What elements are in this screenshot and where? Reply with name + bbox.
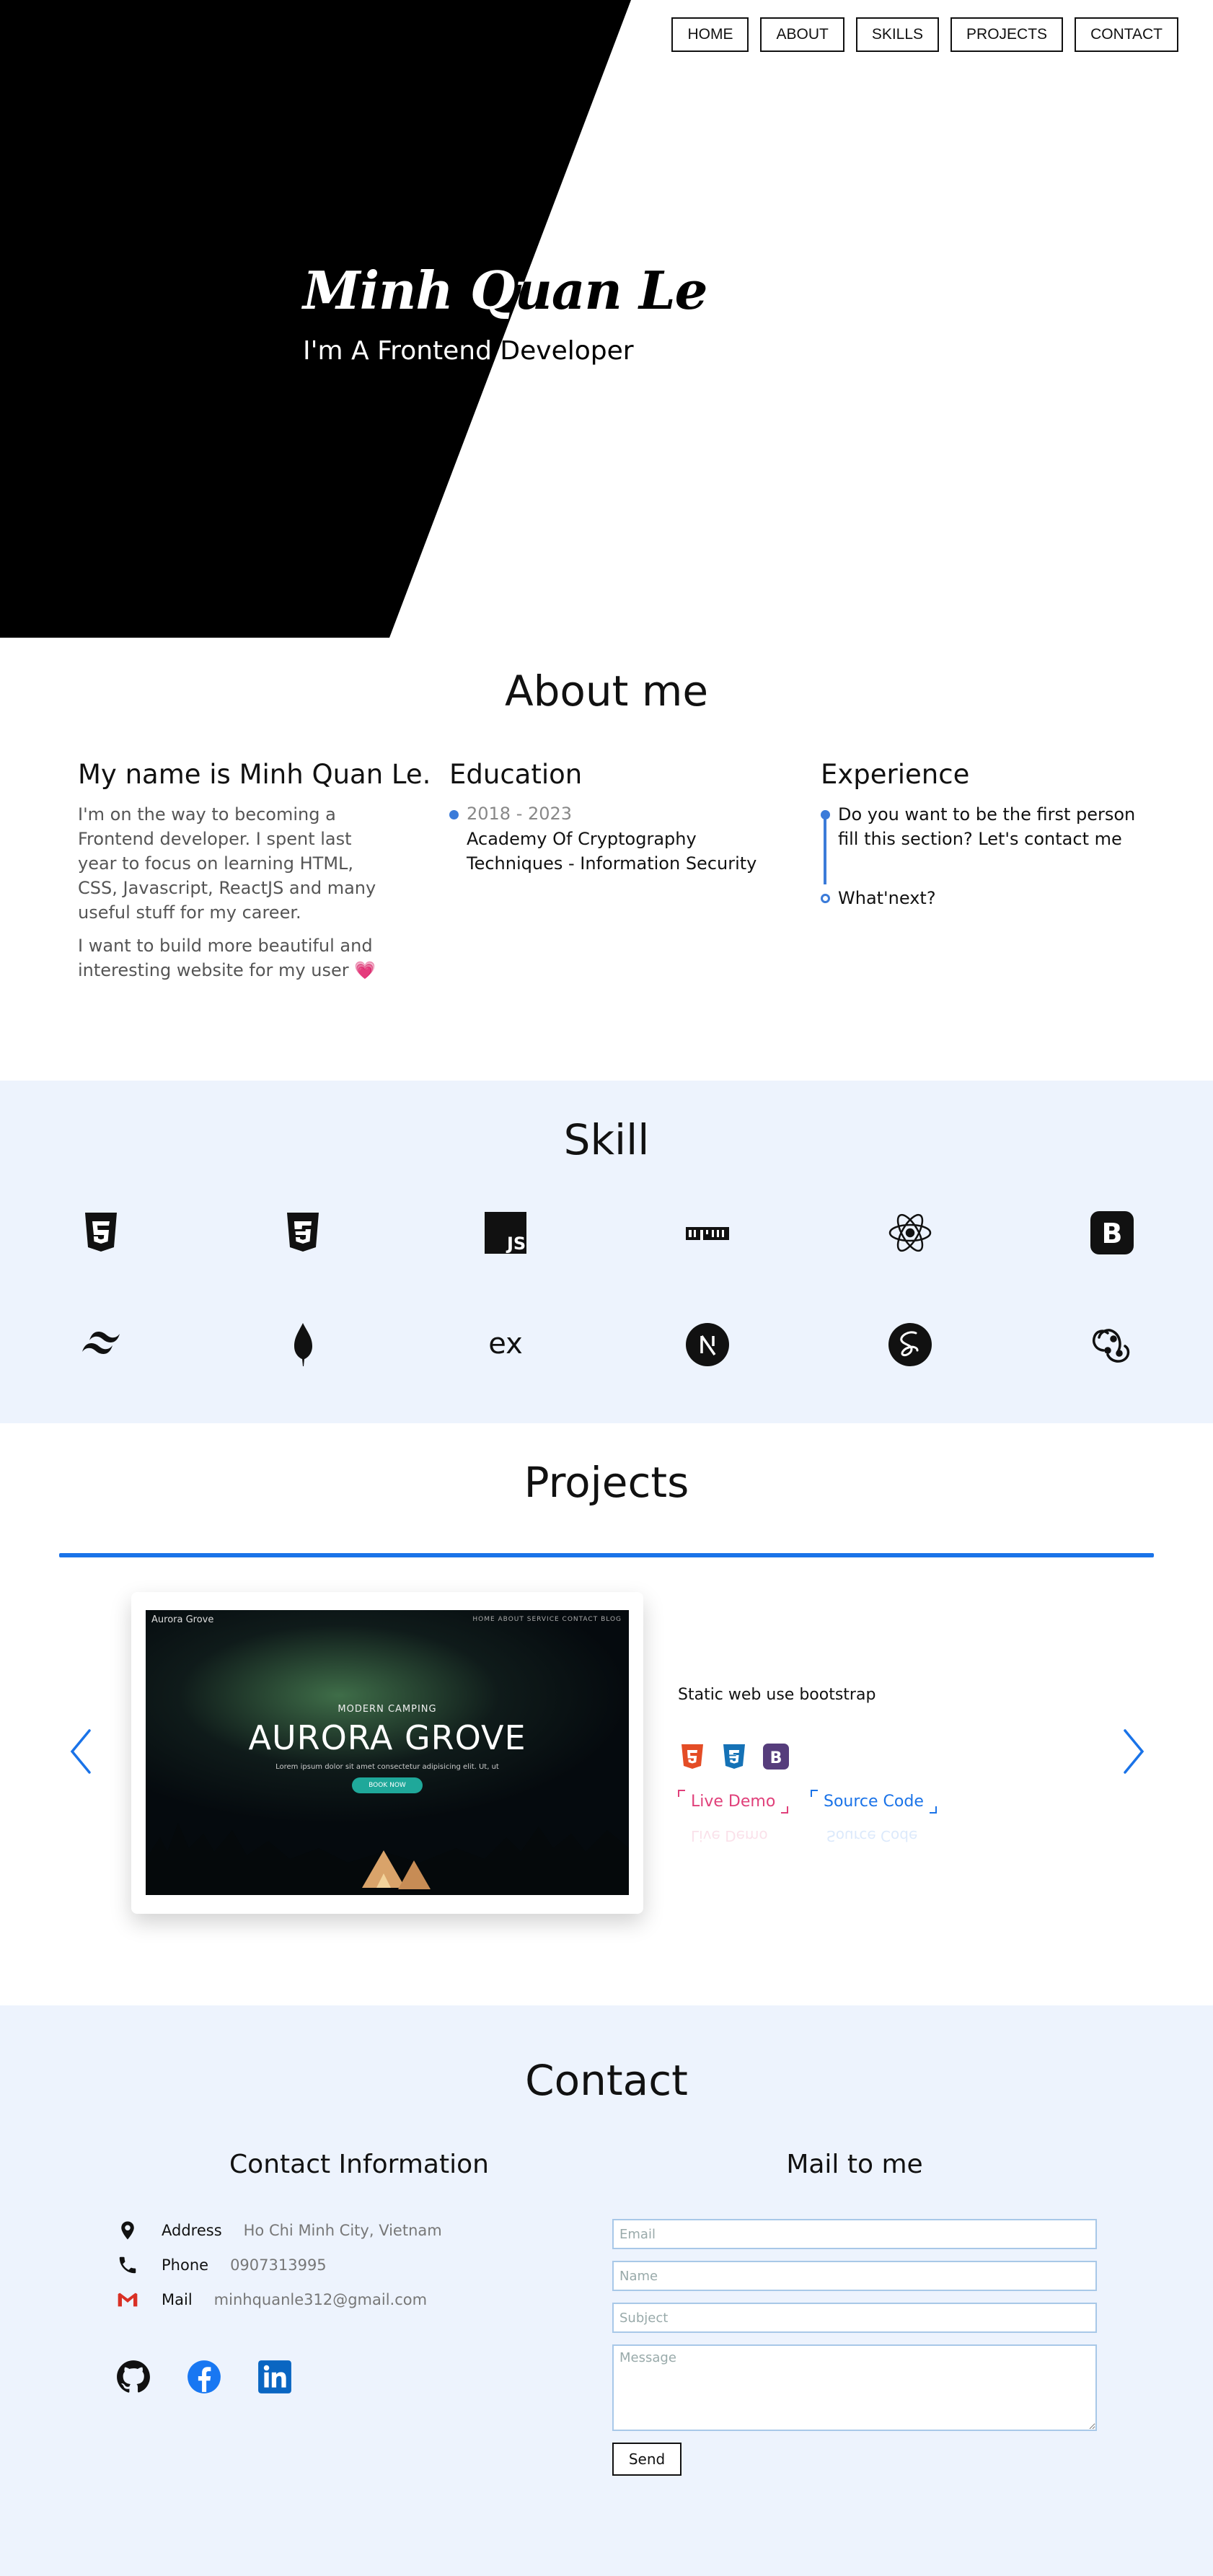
education-school: Academy Of Cryptography Techniques - Inf…: [467, 829, 757, 874]
contact-mail-row: Mail minhquanle312@gmail.com: [115, 2285, 427, 2314]
education-title: Education: [449, 759, 583, 790]
education-dot: [449, 810, 459, 819]
preview-book-button: BOOK NOW: [352, 1777, 423, 1793]
preview-forest-and-tents: [146, 1823, 629, 1895]
mail-value: minhquanle312@gmail.com: [213, 2291, 428, 2308]
svg-text:B: B: [1102, 1218, 1123, 1249]
project-card[interactable]: Aurora Grove HOME ABOUT SERVICE CONTACT …: [131, 1592, 643, 1914]
top-nav: HOME ABOUT SKILLS PROJECTS CONTACT: [671, 17, 1178, 52]
tailwind-icon: [78, 1322, 124, 1368]
experience-dot-hollow: [821, 894, 830, 903]
contact-title: Contact: [525, 2056, 688, 2105]
projects-section: Projects Aurora Grove HOME ABOUT SERVICE…: [0, 1423, 1213, 2005]
project-screenshot[interactable]: Aurora Grove HOME ABOUT SERVICE CONTACT …: [146, 1610, 629, 1895]
preview-kicker: MODERN CAMPING: [338, 1704, 437, 1715]
mail-label: Mail: [162, 2291, 193, 2308]
mail-to-me-title: Mail to me: [786, 2150, 923, 2179]
preview-subtitle: Lorem ipsum dolor sit amet consectetur a…: [275, 1763, 499, 1771]
nav-about-button[interactable]: ABOUT: [760, 17, 844, 52]
bootstrap-icon: B: [1089, 1210, 1135, 1256]
education-years: 2018 - 2023: [467, 804, 573, 824]
experience-title: Experience: [821, 759, 970, 790]
projects-divider: [59, 1553, 1154, 1557]
github-icon[interactable]: [115, 2359, 151, 2395]
javascript-icon: JS: [482, 1210, 529, 1256]
carousel-prev-arrow-icon[interactable]: [66, 1726, 95, 1777]
nav-skills-button[interactable]: SKILLS: [855, 17, 940, 52]
npm-icon: [684, 1210, 731, 1256]
preview-brand: Aurora Grove: [151, 1614, 214, 1625]
gmail-icon: [115, 2287, 140, 2312]
sass-icon: [887, 1322, 933, 1368]
preview-headline: AURORA GROVE: [248, 1718, 526, 1757]
skills-section: Skill JS B ex: [0, 1081, 1213, 1423]
mongodb-icon: [280, 1322, 326, 1368]
projects-title: Projects: [524, 1458, 689, 1507]
live-demo-reflection: Live Demo: [691, 1827, 768, 1845]
name-field[interactable]: [612, 2261, 1097, 2291]
contact-phone-row: Phone 0907313995: [115, 2251, 327, 2280]
contact-address-row: Address Ho Chi Minh City, Vietnam: [115, 2216, 442, 2245]
intro-paragraph-1: I'm on the way to becoming a Frontend de…: [78, 804, 376, 923]
nav-home-button[interactable]: HOME: [671, 17, 749, 52]
experience-item-1: Do you want to be the first person fill …: [838, 804, 1136, 849]
redux-icon: [1089, 1322, 1135, 1368]
svg-text:ex: ex: [488, 1327, 523, 1360]
send-button[interactable]: Send: [612, 2443, 682, 2476]
css3-icon: [280, 1210, 326, 1256]
html5-icon: [78, 1210, 124, 1256]
phone-label: Phone: [162, 2256, 209, 2274]
hero-section: Minh Quan Le I'm A Frontend Developer HO…: [0, 0, 1213, 638]
hero-role: I'm A Frontend Developer: [303, 336, 634, 366]
nextjs-icon: [684, 1322, 731, 1368]
phone-icon: [115, 2253, 140, 2277]
svg-text:B: B: [770, 1749, 782, 1767]
experience-item-2: What'next?: [838, 888, 936, 908]
intro-title: My name is Minh Quan Le.: [78, 759, 431, 790]
phone-value: 0907313995: [230, 2256, 327, 2274]
location-pin-icon: [115, 2218, 140, 2243]
project-description: Static web use bootstrap: [678, 1686, 876, 1704]
nav-contact-button[interactable]: CONTACT: [1075, 17, 1178, 52]
address-value: Ho Chi Minh City, Vietnam: [243, 2222, 442, 2239]
css3-icon: [720, 1742, 749, 1771]
carousel-next-arrow-icon[interactable]: [1119, 1726, 1148, 1777]
svg-text:JS: JS: [506, 1234, 526, 1254]
source-code-link[interactable]: Source Code: [811, 1790, 937, 1814]
intro-paragraph-2: I want to build more beautiful and inter…: [78, 936, 376, 980]
react-icon: [887, 1210, 933, 1256]
experience-dot: [821, 810, 830, 819]
bootstrap-icon: B: [762, 1742, 790, 1771]
express-icon: ex: [482, 1322, 529, 1368]
linkedin-icon[interactable]: [257, 2359, 293, 2395]
contact-info-title: Contact Information: [229, 2150, 489, 2179]
address-label: Address: [162, 2222, 222, 2239]
skills-title: Skill: [563, 1115, 650, 1164]
live-demo-link[interactable]: Live Demo: [678, 1790, 789, 1814]
subject-field[interactable]: [612, 2303, 1097, 2333]
experience-timeline-line: [824, 812, 826, 884]
message-field[interactable]: [612, 2344, 1097, 2431]
preview-menu: HOME ABOUT SERVICE CONTACT BLOG: [472, 1616, 622, 1623]
html5-icon: [678, 1742, 707, 1771]
source-code-reflection: Source Code: [826, 1827, 918, 1845]
about-title: About me: [504, 667, 709, 716]
facebook-icon[interactable]: [186, 2359, 222, 2395]
hero-name: Minh Quan Le: [303, 260, 707, 321]
email-field[interactable]: [612, 2219, 1097, 2249]
nav-projects-button[interactable]: PROJECTS: [950, 17, 1064, 52]
about-section: About me My name is Minh Quan Le. I'm on…: [0, 638, 1213, 1081]
